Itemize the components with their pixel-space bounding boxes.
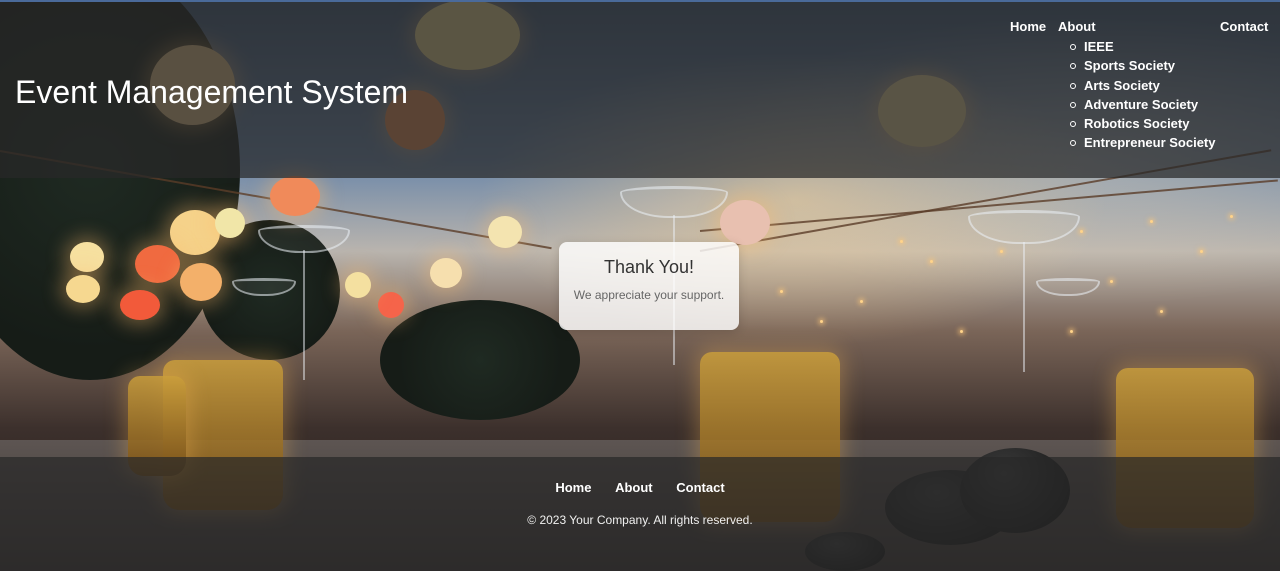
bullet-icon [1070,63,1076,70]
submenu-item-label: Sports Society [1084,58,1176,74]
submenu-item-label: Robotics Society [1084,116,1190,132]
bullet-icon [1070,121,1076,128]
submenu-item-label: Entrepreneur Society [1084,135,1216,151]
nav-contact-link[interactable]: Contact [1220,19,1268,34]
submenu-item-robotics-society[interactable]: Robotics Society [1070,114,1216,133]
submenu-item-arts-society[interactable]: Arts Society [1070,76,1216,95]
thank-you-title: Thank You! [603,257,695,277]
bullet-icon [1070,101,1076,108]
copyright-text: © 2023 Your Company. All rights reserved… [527,513,753,527]
bullet-icon [1070,140,1076,147]
footer-contact-link[interactable]: Contact [676,480,724,495]
submenu-item-entrepreneur-society[interactable]: Entrepreneur Society [1070,133,1216,152]
thank-you-card: Thank You! We appreciate your support. [559,242,739,330]
submenu-item-label: IEEE [1084,39,1114,54]
nav-home-link[interactable]: Home [1010,19,1046,34]
footer-home-link[interactable]: Home [555,480,591,495]
nav-about-link[interactable]: About [1058,19,1096,34]
site-header: Event Management System Home About Conta… [0,0,1280,178]
submenu-item-adventure-society[interactable]: Adventure Society [1070,95,1216,114]
site-footer: Home About Contact © 2023 Your Company. … [0,457,1280,571]
bullet-icon [1070,82,1076,89]
submenu-item-sports-society[interactable]: Sports Society [1070,56,1216,75]
thank-you-message: We appreciate your support. [573,288,725,302]
footer-nav: Home About Contact [0,480,1280,495]
footer-about-link[interactable]: About [615,480,653,495]
submenu-item-label: Adventure Society [1084,96,1199,112]
submenu-item-label: Arts Society [1084,77,1160,93]
submenu-item-ieee[interactable]: IEEE [1070,37,1216,56]
site-title: Event Management System [15,74,409,110]
bullet-icon [1070,44,1076,50]
about-submenu: IEEE Sports Society Arts Society Adventu… [1070,37,1216,153]
